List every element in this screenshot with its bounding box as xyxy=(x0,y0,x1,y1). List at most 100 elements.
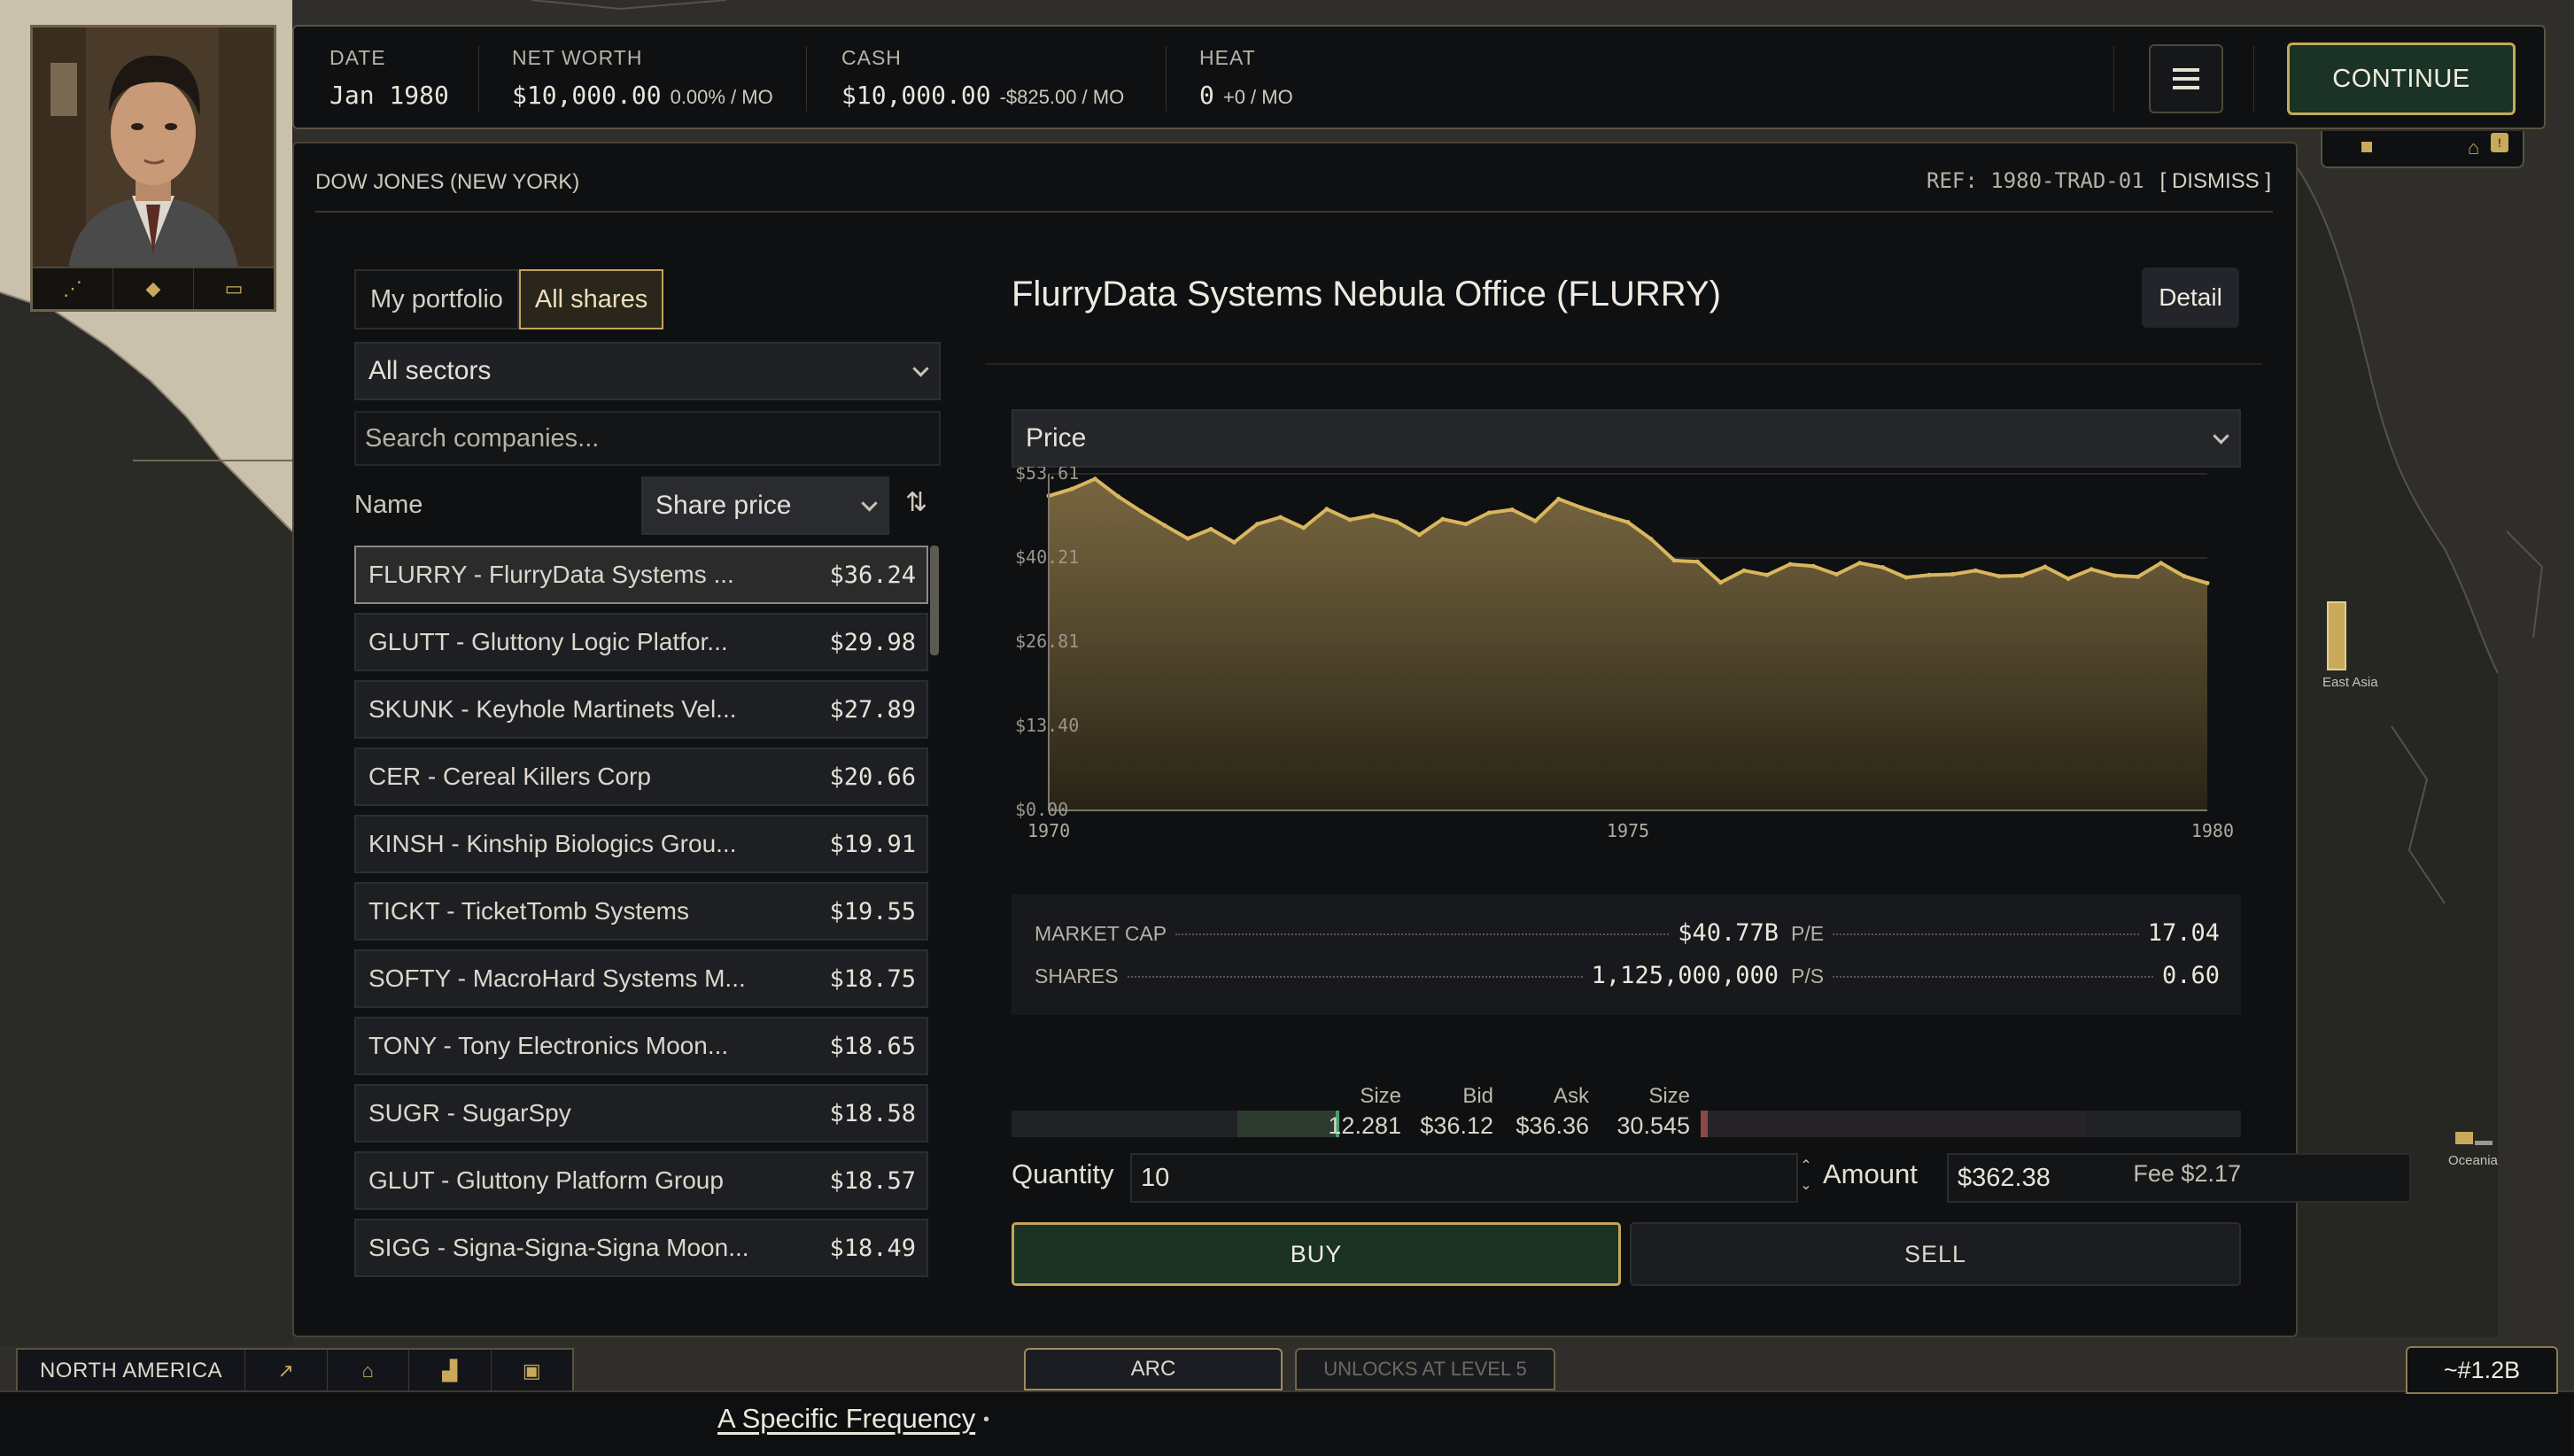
net-worth-stat: NET WORTH $10,000.00 0.00% / MO xyxy=(512,46,773,110)
avatar xyxy=(33,27,274,268)
list-item[interactable]: CER - Cereal Killers Corp $20.66 xyxy=(354,747,928,806)
tab-my-portfolio[interactable]: My portfolio xyxy=(354,269,519,329)
price-point xyxy=(1671,558,1677,563)
list-item[interactable]: TICKT - TicketTomb Systems $19.55 xyxy=(354,882,928,941)
x-tick-label: 1975 xyxy=(1607,820,1649,839)
price-point xyxy=(2205,580,2210,585)
list-item[interactable]: GLUTT - Gluttony Logic Platfor... $29.98 xyxy=(354,613,928,671)
price-point xyxy=(2020,573,2025,578)
price-point xyxy=(1648,537,1654,542)
x-tick-label: 1980 xyxy=(2191,820,2234,839)
notification-badge[interactable]: ! xyxy=(2491,133,2508,152)
list-item[interactable]: SUGR - SugarSpy $18.58 xyxy=(354,1084,928,1142)
list-item[interactable]: TONY - Tony Electronics Moon... $18.65 xyxy=(354,1017,928,1075)
market-cap-label: MARKET CAP xyxy=(1035,922,1167,945)
price-point xyxy=(1810,563,1816,569)
quantity-label: Quantity xyxy=(1012,1158,1114,1189)
price-point xyxy=(1185,536,1190,541)
map-label-east-asia[interactable]: East Asia xyxy=(2322,675,2378,690)
list-item[interactable]: SOFTY - MacroHard Systems M... $18.75 xyxy=(354,949,928,1008)
date-label: DATE xyxy=(330,46,386,69)
cash-change: -$825.00 / MO xyxy=(999,86,1125,108)
search-input[interactable] xyxy=(354,411,941,466)
ps-value: 0.60 xyxy=(2161,962,2220,989)
cash-value: $10,000.00 xyxy=(841,81,991,110)
price-point xyxy=(2159,561,2164,566)
sector-filter-value: All sectors xyxy=(368,356,492,385)
list-item[interactable]: GLUT - Gluttony Platform Group $18.57 xyxy=(354,1151,928,1210)
bank-icon[interactable]: ⌂ xyxy=(328,1350,409,1392)
quantity-stepper[interactable]: ⌃ ⌄ xyxy=(1800,1157,1812,1196)
chart-icon[interactable]: ↗ xyxy=(245,1350,328,1392)
network-icon[interactable]: ⋰ xyxy=(33,268,113,309)
factory-icon[interactable]: ▟ xyxy=(409,1350,492,1392)
bottom-bar xyxy=(0,1390,2574,1456)
bid-size-value: 12.281 xyxy=(1328,1112,1401,1139)
sort-direction-icon[interactable]: ⇅ xyxy=(905,487,927,518)
price-point xyxy=(1718,580,1724,585)
stock-list: FLURRY - FlurryData Systems ... $36.24 GL… xyxy=(354,546,941,1307)
heat-change: +0 / MO xyxy=(1222,86,1293,108)
hamburger-icon xyxy=(2173,77,2199,81)
stock-list-scrollbar[interactable] xyxy=(930,546,939,655)
chevron-down-icon xyxy=(861,495,878,512)
bid-label: Bid xyxy=(1462,1084,1493,1108)
briefcase-icon[interactable]: ▭ xyxy=(194,268,274,309)
price-point xyxy=(1532,518,1538,523)
tab-all-shares[interactable]: All shares xyxy=(518,269,664,329)
heat-value: 0 xyxy=(1199,81,1214,110)
bid-size-label: Size xyxy=(1360,1084,1401,1108)
price-point xyxy=(1092,476,1097,482)
price-point xyxy=(1417,532,1423,538)
list-item[interactable]: SIGG - Signa-Signa-Signa Moon... $18.49 xyxy=(354,1219,928,1277)
price-point xyxy=(1069,486,1074,492)
price-point xyxy=(1927,572,1932,577)
price-point xyxy=(1556,496,1562,501)
price-point xyxy=(1486,510,1492,515)
price-point xyxy=(1880,565,1886,570)
ask-value: $36.36 xyxy=(1516,1112,1589,1139)
cash-label: CASH xyxy=(841,46,902,69)
arc-tab[interactable]: ARC xyxy=(1024,1348,1283,1390)
continue-button[interactable]: CONTINUE xyxy=(2287,43,2516,115)
heat-label: HEAT xyxy=(1199,46,1256,69)
box-icon[interactable]: ▣ xyxy=(492,1350,573,1392)
sort-by-select[interactable]: Share price xyxy=(641,476,889,535)
list-item[interactable]: FLURRY - FlurryData Systems ... $36.24 xyxy=(354,546,928,604)
sell-button[interactable]: SELL xyxy=(1630,1222,2241,1286)
list-item[interactable]: SKUNK - Keyhole Martinets Vel... $27.89 xyxy=(354,680,928,739)
notification-tray: ⌂ ! xyxy=(2321,131,2524,168)
y-tick-label: $0.00 xyxy=(1015,799,1068,820)
price-point xyxy=(1463,522,1469,527)
menu-button[interactable] xyxy=(2149,44,2223,113)
home-icon[interactable]: ⌂ xyxy=(2468,138,2479,158)
list-item[interactable]: KINSH - Kinship Biologics Grou... $19.91 xyxy=(354,815,928,873)
price-point xyxy=(1903,575,1909,580)
sector-filter-select[interactable]: All sectors xyxy=(354,342,941,400)
buy-button[interactable]: BUY xyxy=(1012,1222,1621,1286)
price-point xyxy=(1950,571,1955,577)
gem-icon[interactable]: ◆ xyxy=(113,268,194,309)
character-portrait[interactable]: ⋰ ◆ ▭ xyxy=(30,25,276,312)
quantity-field[interactable] xyxy=(1130,1153,1798,1203)
chart-metric-select[interactable]: Price xyxy=(1012,409,2241,468)
price-point xyxy=(1579,505,1585,510)
y-tick-label: $26.81 xyxy=(1015,631,1079,652)
dismiss-button[interactable]: [ DISMISS ] xyxy=(2160,169,2271,193)
ask-size-value: 30.545 xyxy=(1617,1112,1690,1139)
price-point xyxy=(1115,494,1120,500)
amount-label: Amount xyxy=(1823,1158,1918,1189)
pe-label: P/E xyxy=(1791,922,1825,945)
region-name[interactable]: NORTH AMERICA xyxy=(18,1350,245,1392)
map-label-oceania[interactable]: Oceania xyxy=(2448,1153,2498,1168)
detail-button[interactable]: Detail xyxy=(2142,267,2239,328)
price-point xyxy=(2182,574,2187,579)
global-value-badge: ~#1.2B xyxy=(2406,1346,2558,1394)
ask-depth-bar xyxy=(1701,1111,2241,1137)
date-value: Jan 1980 xyxy=(330,81,449,110)
price-chart: $53.61 $40.21 $26.81 $13.40 $0.00 1970 1975 19… xyxy=(1015,467,2234,839)
lock-icon[interactable] xyxy=(2361,142,2372,152)
bid-depth-bar xyxy=(1012,1111,1339,1137)
music-track-title[interactable]: A Specific Frequency xyxy=(717,1403,975,1435)
y-tick-label: $40.21 xyxy=(1015,546,1079,568)
